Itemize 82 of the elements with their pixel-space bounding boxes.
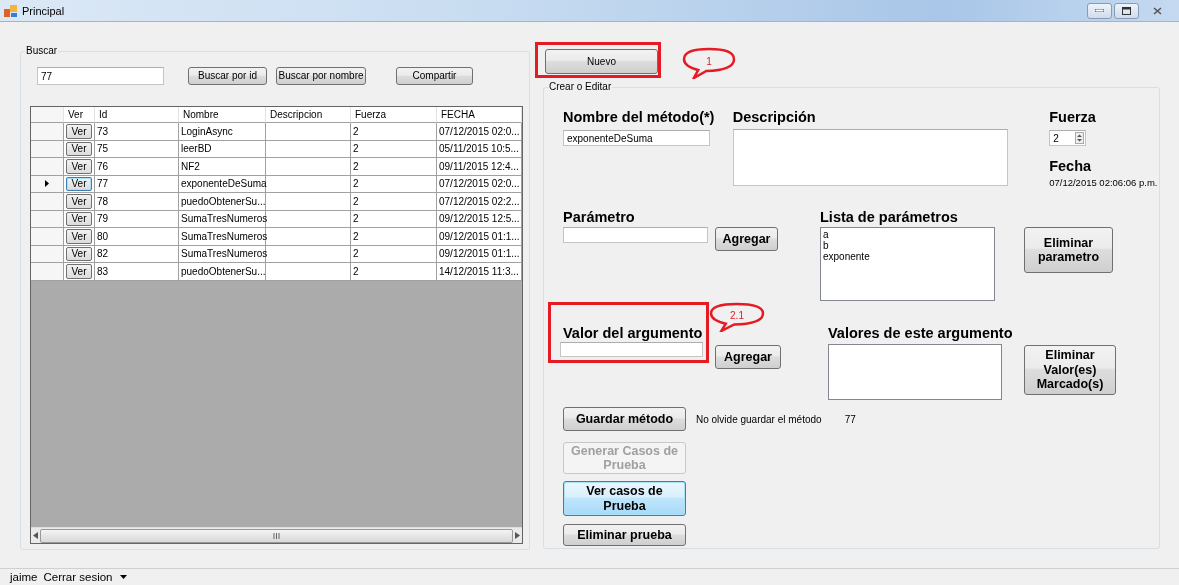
group-title: Buscar: [25, 45, 59, 57]
list-item[interactable]: exponente: [823, 251, 992, 262]
table-cell: 14/12/2015 11:3...: [437, 263, 522, 281]
minimize-icon: [1095, 9, 1104, 12]
action-button[interactable]: Guardar método: [563, 407, 686, 431]
view-button[interactable]: Ver: [66, 264, 92, 279]
view-button[interactable]: Ver: [66, 176, 92, 191]
app-icon: [4, 4, 17, 17]
close-icon: [1152, 6, 1162, 15]
search-button[interactable]: Buscar por nombre: [276, 67, 366, 85]
table-cell: 2: [351, 263, 437, 281]
field-label: Nombre del método(*): [563, 108, 715, 126]
group-title: Crear o Editar: [548, 81, 613, 93]
caret-icon: [119, 575, 127, 579]
new-button[interactable]: Nuevo: [545, 49, 658, 74]
maximize-button[interactable]: [1114, 2, 1139, 19]
table-cell: 2: [351, 123, 437, 141]
table-cell: puedoObtenerSu...: [179, 263, 266, 281]
grip-icon: [273, 532, 280, 539]
search-field[interactable]: 77: [37, 67, 164, 85]
table-cell: LoginAsync: [179, 123, 266, 141]
table-cell: 07/12/2015 02:0...: [437, 123, 522, 141]
list-item[interactable]: a: [823, 229, 992, 240]
date-value: 07/12/2015 02:06:06 p.m.: [1049, 177, 1158, 188]
table-cell: 09/11/2015 12:4...: [437, 158, 522, 176]
table-cell: NF2: [179, 158, 266, 176]
view-button[interactable]: Ver: [66, 159, 92, 174]
save-note: No olvide guardar el método: [696, 413, 822, 425]
field-label: Valores de este argumento: [828, 324, 1013, 342]
field-label: Parámetro: [563, 208, 635, 226]
add-button[interactable]: Agregar: [715, 227, 778, 251]
method-id: 77: [844, 413, 856, 425]
number-field[interactable]: 2: [1049, 130, 1087, 146]
horizontal-scrollbar[interactable]: [31, 527, 522, 543]
input-field[interactable]: [563, 227, 708, 243]
callout-bubble: 2.1: [709, 302, 765, 332]
table-cell: 83: [95, 263, 179, 281]
table-cell: 2: [351, 228, 437, 246]
field-label: Fecha: [1049, 157, 1092, 175]
remove-parameter-button[interactable]: Eliminar parametro: [1024, 227, 1113, 273]
user-name: jaime: [10, 571, 38, 583]
table-cell: SumaTresNumeros: [179, 228, 266, 246]
view-button[interactable]: Ver: [66, 229, 92, 244]
field-label: Fuerza: [1049, 108, 1096, 126]
table-cell: 07/12/2015 02:2...: [437, 193, 522, 211]
view-button[interactable]: Ver: [66, 246, 92, 261]
right-arrow-icon: [515, 532, 520, 539]
field-label: Valor del argumento: [563, 324, 703, 342]
table-cell: 73: [95, 123, 179, 141]
remove-values-button[interactable]: Eliminar Valor(es) Marcado(s): [1024, 345, 1116, 395]
search-button[interactable]: Compartir: [396, 67, 473, 85]
input-field[interactable]: exponenteDeSuma: [563, 130, 710, 146]
action-button[interactable]: Eliminar prueba: [563, 524, 686, 546]
search-button[interactable]: Buscar por id: [188, 67, 267, 85]
current-row-icon: [45, 180, 49, 188]
add-button[interactable]: Agregar: [715, 345, 781, 369]
field-value: 2: [1053, 132, 1059, 144]
field-label: Descripción: [732, 108, 816, 126]
table-cell: 76: [95, 158, 179, 176]
logout-dropdown[interactable]: Cerrar sesion: [43, 571, 127, 583]
values-list[interactable]: [828, 344, 1002, 400]
table-cell: puedoObtenerSu...: [179, 193, 266, 211]
view-button[interactable]: Ver: [66, 194, 92, 209]
action-button[interactable]: Ver casos de Prueba: [563, 481, 686, 516]
view-button[interactable]: Ver: [66, 141, 92, 156]
table-cell: 09/12/2015 01:1...: [437, 228, 522, 246]
table-cell: 80: [95, 228, 179, 246]
view-button[interactable]: Ver: [66, 124, 92, 139]
table-cell: 78: [95, 193, 179, 211]
window-title: Principal: [22, 4, 65, 17]
parameter-list[interactable]: a b exponente: [820, 227, 995, 301]
text-area[interactable]: [732, 129, 1008, 186]
table-cell: 2: [351, 193, 437, 211]
table-cell: 2: [351, 158, 437, 176]
left-arrow-icon: [33, 532, 38, 539]
callout-bubble: 1: [682, 47, 736, 79]
field-label: Lista de parámetros: [820, 208, 958, 226]
view-button[interactable]: Ver: [66, 211, 92, 226]
list-item[interactable]: b: [823, 240, 992, 251]
maximize-icon: [1122, 6, 1131, 15]
input-field[interactable]: [560, 342, 703, 357]
spin-arrows-icon: [1075, 132, 1085, 144]
